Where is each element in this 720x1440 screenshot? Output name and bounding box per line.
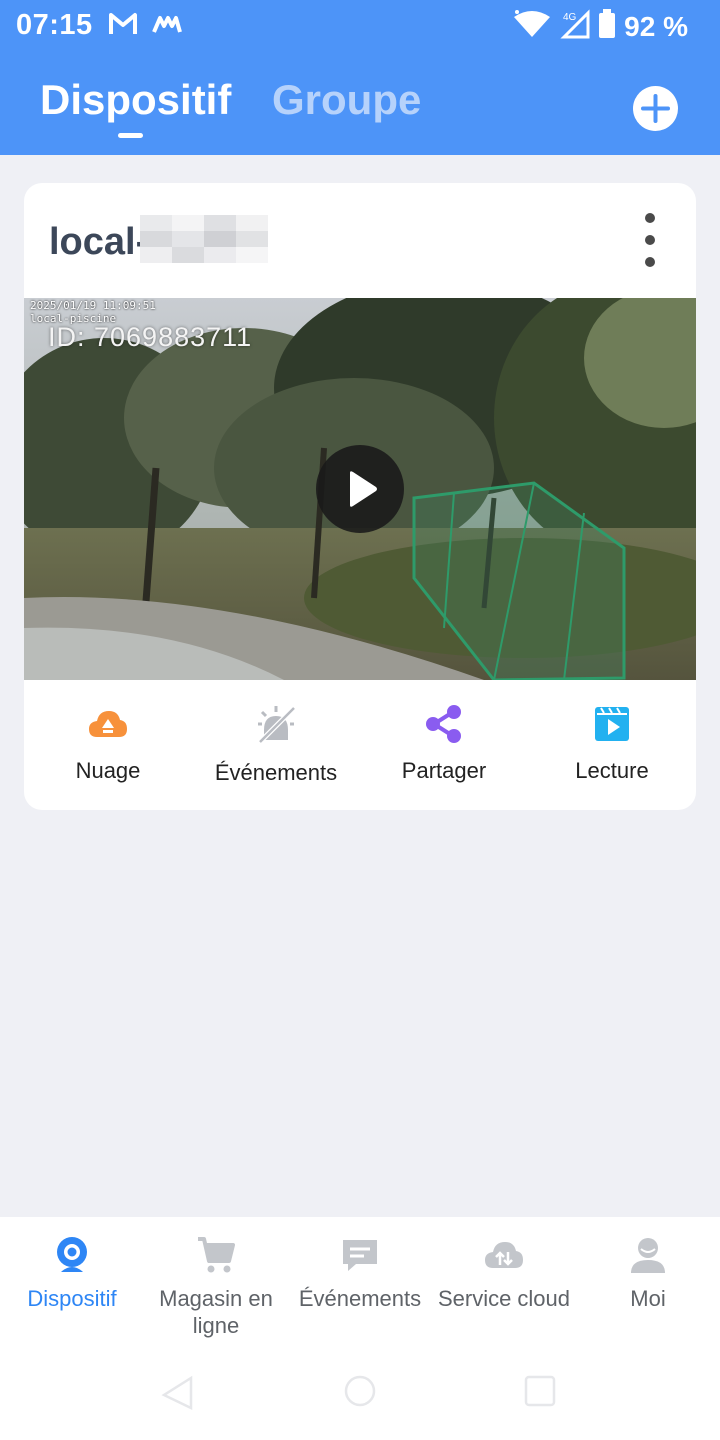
redacted-name-blur (140, 215, 268, 263)
device-name: local- (49, 221, 149, 263)
status-time: 07:15 (16, 9, 93, 41)
nav-label: Service cloud (437, 1286, 571, 1311)
profile-icon (631, 1238, 665, 1273)
action-nuage[interactable]: Nuage (24, 690, 192, 790)
preview-timestamp: 2025/01/19 11:09:51 (30, 299, 156, 312)
camera-preview[interactable]: 2025/01/19 11:09:51 local-piscine ID: 70… (24, 298, 696, 680)
action-label: Événements (214, 760, 338, 785)
svg-text:4G: 4G (563, 12, 577, 23)
play-icon (350, 471, 377, 507)
nav-label: Moi (630, 1286, 666, 1311)
add-device-button[interactable] (633, 86, 678, 131)
play-button[interactable] (316, 445, 404, 533)
device-id: ID: 7069883711 (48, 322, 253, 352)
nav-magasin[interactable]: Magasin en ligne (144, 1217, 288, 1357)
wifi-icon (512, 9, 552, 44)
message-icon (343, 1240, 377, 1271)
active-tab-indicator (118, 133, 143, 138)
playback-video-icon (595, 707, 629, 741)
action-evenements[interactable]: Événements (192, 690, 360, 790)
app-header: 07:15 4G 92 % Dispositif Groupe (0, 0, 720, 155)
battery-icon (598, 9, 616, 44)
action-label: Nuage (75, 758, 141, 783)
share-icon (426, 705, 461, 743)
gmail-icon (108, 10, 138, 43)
battery-percentage: 92 % (624, 10, 688, 42)
nav-label: Dispositif (27, 1286, 117, 1311)
system-recents-icon[interactable] (523, 1374, 557, 1408)
status-bar: 07:15 4G 92 % (0, 0, 720, 50)
motion-alert-off-icon (258, 706, 296, 744)
cloud-upload-icon (89, 711, 127, 737)
action-label: Partager (401, 758, 487, 783)
device-card: local- 2025/01/19 11:09:51 local-piscine… (24, 183, 696, 810)
plus-circle-icon (641, 94, 670, 123)
nav-label: Magasin en ligne (159, 1286, 273, 1338)
nav-dispositif[interactable]: Dispositif (0, 1217, 144, 1357)
system-home-icon[interactable] (343, 1374, 377, 1408)
action-partager[interactable]: Partager (360, 690, 528, 790)
device-actions: Nuage Événements Partager Lecture (24, 690, 696, 800)
nav-moi[interactable]: Moi (576, 1217, 720, 1357)
cloud-service-icon (485, 1242, 523, 1268)
cart-icon (198, 1237, 235, 1273)
action-lecture[interactable]: Lecture (528, 690, 696, 790)
tab-groupe[interactable]: Groupe (272, 76, 421, 124)
app-notification-icon (152, 14, 182, 41)
more-options-button[interactable] (639, 213, 661, 269)
nav-evenements[interactable]: Événements (288, 1217, 432, 1357)
nav-service-cloud[interactable]: Service cloud (432, 1217, 576, 1357)
tab-dispositif[interactable]: Dispositif (40, 76, 231, 124)
camera-icon (57, 1237, 87, 1272)
signal-4g-icon: 4G (560, 9, 590, 44)
nav-label: Événements (298, 1286, 422, 1311)
bottom-navigation: Dispositif Magasin en ligne Événements S… (0, 1217, 720, 1440)
action-label: Lecture (575, 758, 649, 783)
system-back-icon[interactable] (160, 1374, 194, 1412)
